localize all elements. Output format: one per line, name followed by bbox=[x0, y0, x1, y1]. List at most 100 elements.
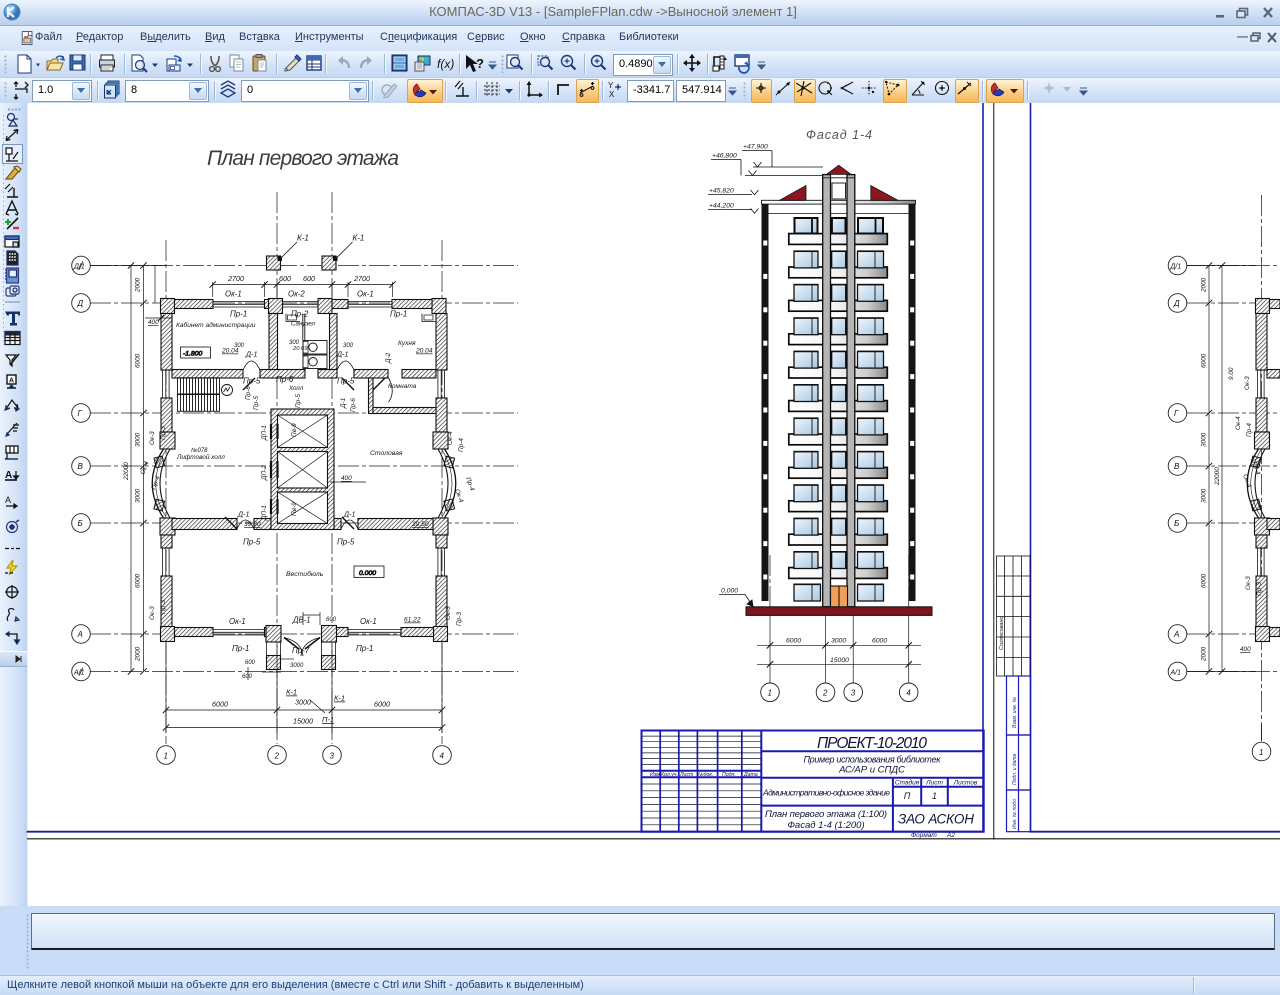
svg-text:Лист: Лист bbox=[679, 772, 694, 778]
svg-text:Пр-1: Пр-1 bbox=[230, 310, 247, 319]
svg-text:Г: Г bbox=[78, 409, 83, 418]
svg-text:Административно-офисное здание: Административно-офисное здание bbox=[762, 788, 890, 798]
svg-text:6000: 6000 bbox=[786, 638, 801, 645]
svg-text:План первого этажа (1:100): План первого этажа (1:100) bbox=[765, 809, 887, 820]
svg-text:600: 600 bbox=[326, 617, 337, 623]
svg-text:К-1: К-1 bbox=[286, 688, 297, 697]
svg-text:Д: Д bbox=[1173, 299, 1180, 308]
svg-text:Фасад 1-4 (1:200): Фасад 1-4 (1:200) bbox=[787, 820, 864, 831]
svg-text:2000: 2000 bbox=[1201, 646, 1208, 662]
svg-text:3000: 3000 bbox=[290, 663, 304, 669]
svg-text:Листов: Листов bbox=[953, 780, 978, 787]
svg-text:0,000: 0,000 bbox=[721, 588, 738, 595]
svg-text:Пв-9: Пв-9 bbox=[291, 423, 298, 437]
svg-text:№078: №078 bbox=[191, 447, 208, 454]
svg-text:15000: 15000 bbox=[293, 717, 313, 726]
svg-text:600: 600 bbox=[242, 674, 253, 680]
svg-text:3000: 3000 bbox=[135, 488, 142, 503]
svg-text:Пример использования библиотек: Пример использования библиотек bbox=[804, 755, 942, 765]
svg-text:Санузел: Санузел bbox=[291, 321, 316, 328]
svg-text:2: 2 bbox=[822, 689, 828, 698]
svg-text:Холл: Холл bbox=[288, 385, 304, 392]
svg-text:Пр-3: Пр-3 bbox=[1256, 582, 1263, 596]
svg-text:6000: 6000 bbox=[1201, 353, 1208, 368]
svg-text:Ок-1: Ок-1 bbox=[225, 290, 242, 299]
svg-text:Пр-6: Пр-6 bbox=[245, 386, 252, 400]
svg-text:Пр-4: Пр-4 bbox=[458, 438, 465, 452]
svg-text:Д-1: Д-1 bbox=[245, 350, 257, 359]
svg-text:Пр-5: Пр-5 bbox=[337, 377, 355, 386]
svg-text:Пр-6: Пр-6 bbox=[276, 375, 294, 384]
svg-text:1: 1 bbox=[164, 752, 168, 761]
svg-text:№док.: №док. bbox=[698, 772, 713, 778]
svg-text:Б: Б bbox=[1174, 519, 1179, 528]
svg-text:Пр-5: Пр-5 bbox=[243, 538, 261, 547]
svg-text:Пр-3: Пр-3 bbox=[160, 600, 167, 614]
svg-text:К-1: К-1 bbox=[297, 234, 309, 243]
svg-text:3000: 3000 bbox=[135, 432, 142, 447]
svg-text:6000: 6000 bbox=[1201, 573, 1208, 588]
svg-text:Д-1: Д-1 bbox=[343, 510, 355, 519]
svg-text:600: 600 bbox=[245, 660, 256, 666]
svg-text:X: X bbox=[609, 90, 615, 99]
svg-text:Г: Г bbox=[1174, 409, 1179, 418]
svg-text:Д/1: Д/1 bbox=[1170, 264, 1182, 271]
svg-text:ЗАО АСКОН: ЗАО АСКОН bbox=[898, 812, 974, 827]
svg-text:В: В bbox=[1174, 462, 1180, 471]
svg-text:f(x): f(x) bbox=[437, 57, 454, 71]
svg-text:Пв-9: Пв-9 bbox=[291, 502, 298, 516]
svg-text:+47,900: +47,900 bbox=[743, 144, 768, 151]
svg-text:Пр-3: Пр-3 bbox=[456, 612, 463, 626]
svg-text:39.80: 39.80 bbox=[244, 521, 261, 528]
svg-text:Пр-6: Пр-6 bbox=[350, 398, 357, 412]
svg-text:?: ? bbox=[476, 56, 484, 71]
svg-text:6000: 6000 bbox=[135, 573, 142, 588]
svg-text:Ок-3: Ок-3 bbox=[149, 606, 156, 620]
svg-text:Пр-5: Пр-5 bbox=[295, 394, 302, 408]
svg-text:Y: Y bbox=[608, 81, 614, 90]
svg-text:15000: 15000 bbox=[830, 657, 849, 664]
svg-text:61.22: 61.22 bbox=[404, 617, 421, 624]
svg-text:Пр-1: Пр-1 bbox=[390, 310, 407, 319]
svg-text:2000: 2000 bbox=[135, 277, 142, 293]
svg-text:4: 4 bbox=[906, 689, 911, 698]
svg-text:1: 1 bbox=[932, 791, 937, 801]
svg-text:ДП-2: ДП-2 bbox=[261, 465, 268, 481]
svg-text:Пр-1: Пр-1 bbox=[232, 644, 249, 653]
svg-text:Пр-1: Пр-1 bbox=[356, 644, 373, 653]
svg-text:6000: 6000 bbox=[135, 353, 142, 368]
svg-text:Ок-1: Ок-1 bbox=[360, 617, 377, 626]
svg-text:3000: 3000 bbox=[1201, 488, 1208, 503]
svg-text:Ок-3: Ок-3 bbox=[1245, 576, 1252, 590]
svg-text:А: А bbox=[77, 630, 83, 639]
svg-text:1: 1 bbox=[1259, 748, 1263, 757]
svg-text:ДВ-1: ДВ-1 bbox=[292, 616, 311, 625]
svg-text:6000: 6000 bbox=[872, 638, 887, 645]
svg-text:Пр-4: Пр-4 bbox=[1246, 423, 1253, 437]
svg-text:Д-2: Д-2 bbox=[385, 352, 392, 364]
svg-text:Кабинет администрации: Кабинет администрации bbox=[176, 321, 256, 329]
svg-text:300: 300 bbox=[343, 343, 354, 349]
svg-text:В: В bbox=[78, 462, 84, 471]
svg-text:Согласовано: Согласовано bbox=[999, 616, 1005, 650]
svg-text:1: 1 bbox=[768, 689, 772, 698]
svg-text:К-1: К-1 bbox=[334, 694, 345, 703]
svg-text:3000: 3000 bbox=[1201, 432, 1208, 447]
svg-text:К-1: К-1 bbox=[353, 234, 365, 243]
svg-text:3000: 3000 bbox=[295, 698, 311, 707]
svg-text:ДП-1: ДП-1 bbox=[261, 425, 268, 441]
svg-text:2000: 2000 bbox=[1201, 277, 1208, 293]
svg-text:6000: 6000 bbox=[374, 700, 390, 709]
svg-text:Лист: Лист bbox=[925, 780, 943, 787]
svg-text:20.69: 20.69 bbox=[292, 346, 308, 352]
svg-text:3: 3 bbox=[330, 752, 335, 761]
svg-text:Лифтовой холл: Лифтовой холл bbox=[176, 453, 225, 461]
svg-text:300: 300 bbox=[234, 343, 245, 349]
svg-text:Д: Д bbox=[77, 299, 84, 308]
svg-text:Пр-3: Пр-3 bbox=[160, 426, 167, 440]
svg-text:А: А bbox=[1173, 630, 1179, 639]
svg-text:400: 400 bbox=[148, 319, 159, 326]
svg-text:Комната: Комната bbox=[388, 383, 417, 390]
svg-text:Пр-5: Пр-5 bbox=[337, 538, 355, 547]
svg-text:600: 600 bbox=[303, 274, 315, 283]
